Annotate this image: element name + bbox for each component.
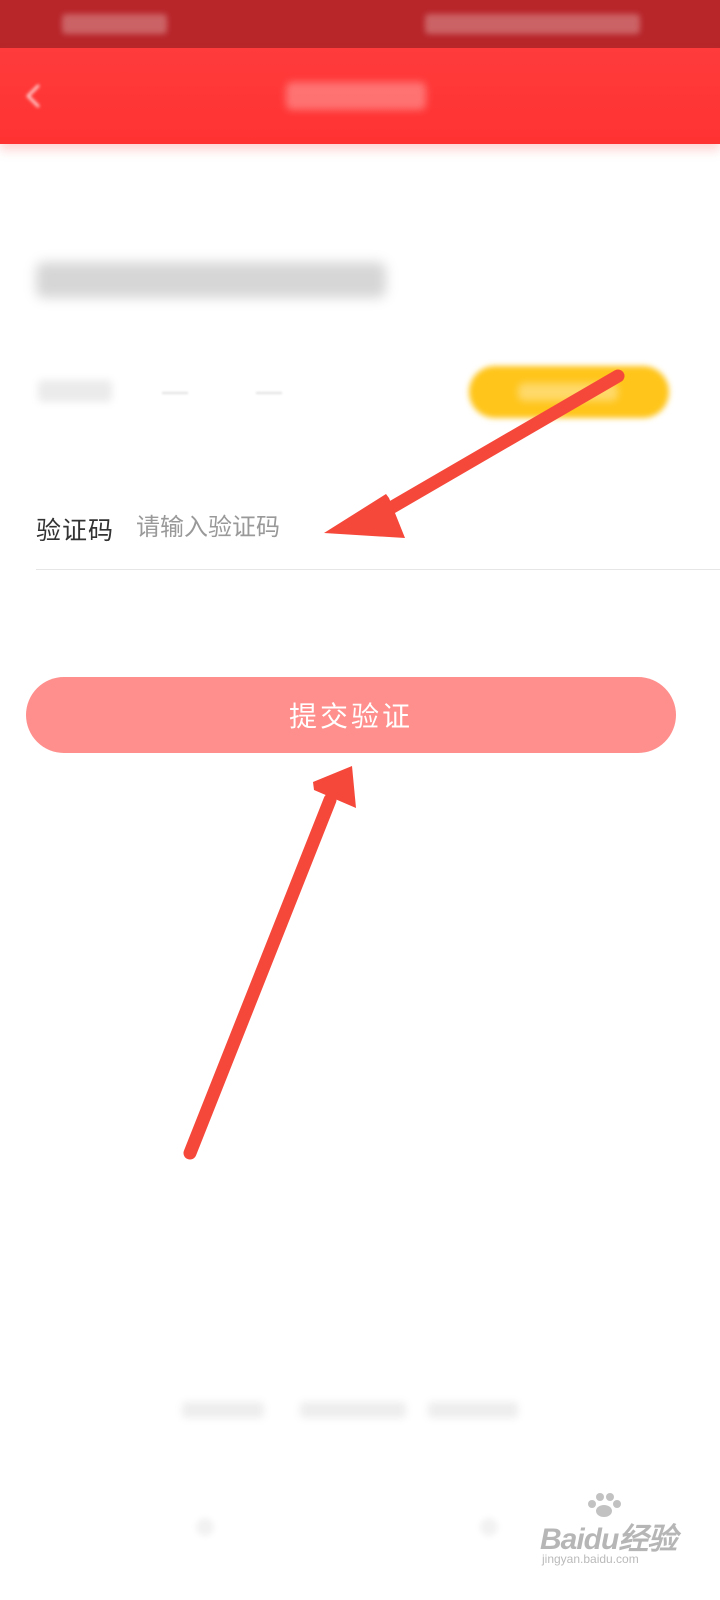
verification-code-label: 验证码 — [36, 516, 115, 545]
input-divider — [36, 569, 720, 570]
system-back-blurred — [196, 1518, 214, 1536]
page-title-blurred — [286, 82, 426, 110]
annotation-arrows — [183, 369, 625, 1160]
footer-link-blurred-2 — [300, 1402, 406, 1418]
status-bar-right-blurred — [425, 14, 640, 34]
baidu-watermark: Baidu经验 jingyan.baidu.com — [540, 1492, 680, 1572]
send-code-label-blurred — [518, 383, 618, 401]
footer-link-blurred-1 — [182, 1402, 264, 1418]
watermark-url: jingyan.baidu.com — [542, 1552, 639, 1566]
phone-number-blurred — [162, 392, 188, 394]
phone-number-blurred-2 — [256, 392, 282, 394]
top-nav-bar — [0, 48, 720, 144]
section-heading-blurred — [36, 262, 386, 298]
verification-code-input[interactable] — [136, 505, 656, 549]
submit-verification-button[interactable]: 提交验证 — [26, 677, 676, 753]
phone-label-blurred — [38, 380, 112, 402]
status-bar — [0, 0, 720, 48]
status-bar-left-blurred — [62, 14, 167, 34]
back-arrow-icon[interactable] — [14, 76, 54, 116]
system-recent-blurred — [480, 1518, 498, 1536]
verification-code-row: 验证码 — [0, 495, 720, 570]
footer-link-blurred-3 — [428, 1402, 518, 1418]
arrow-to-submit-button — [183, 766, 356, 1160]
